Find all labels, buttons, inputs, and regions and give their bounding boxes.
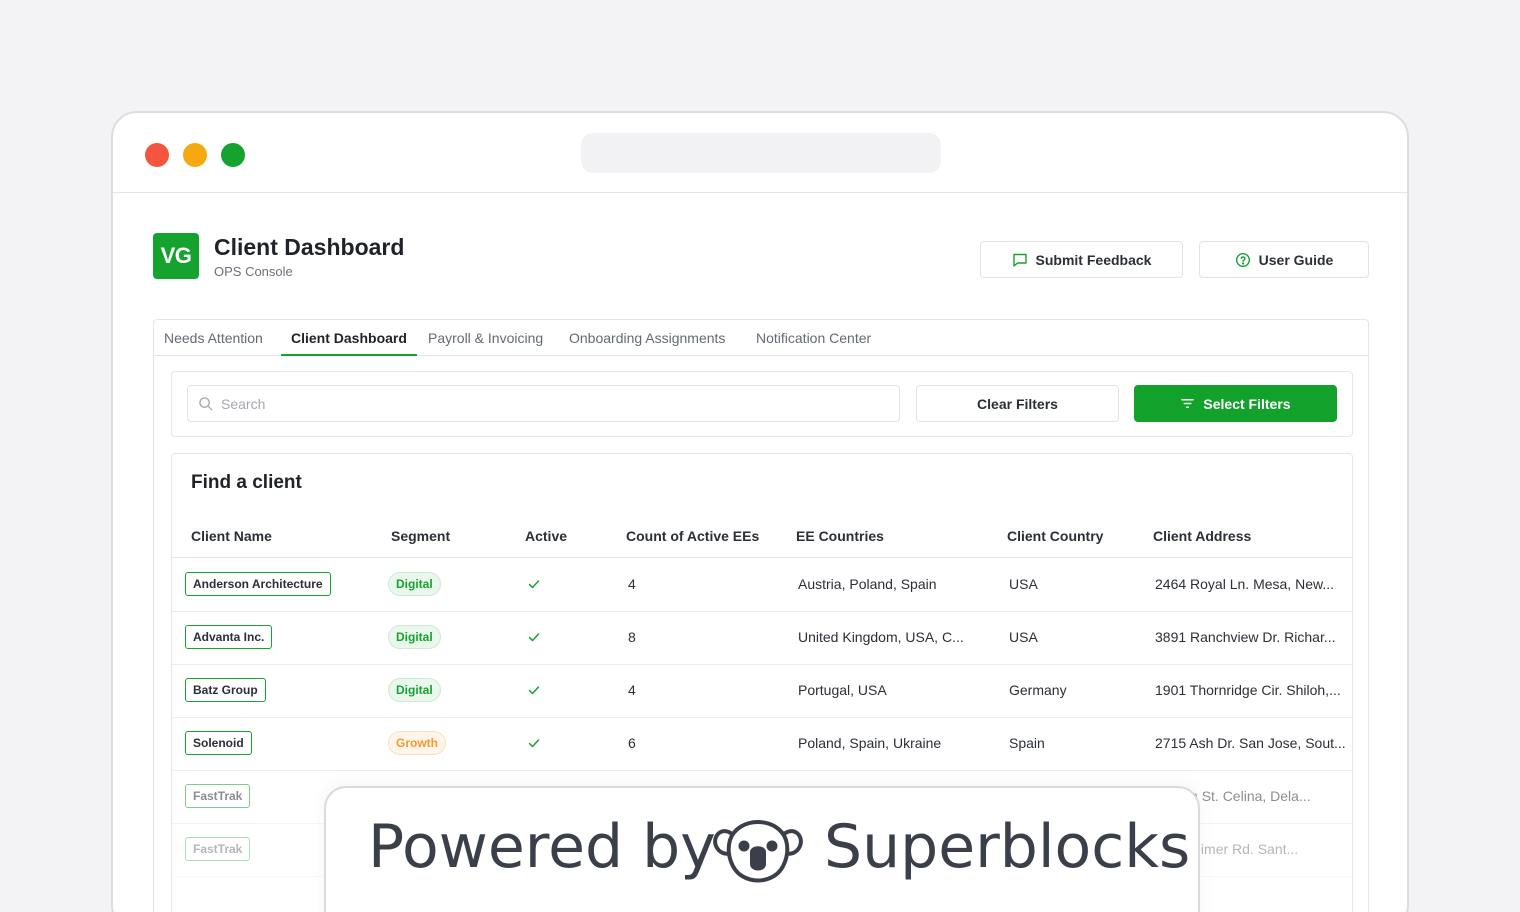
client-name-tag[interactable]: FastTrak	[185, 784, 251, 808]
table-row[interactable]: Anderson Architecture Digital 4 Austria,…	[172, 559, 1352, 612]
filter-icon	[1181, 399, 1195, 408]
client-name-tag[interactable]: Anderson Architecture	[185, 572, 331, 596]
tab-client-dashboard[interactable]: Client Dashboard	[281, 320, 417, 356]
column-header-segment[interactable]: Segment	[391, 528, 450, 544]
message-square-icon	[1012, 253, 1027, 267]
clear-filters-button[interactable]: Clear Filters	[916, 385, 1119, 422]
page-title: Client Dashboard	[214, 234, 405, 260]
column-header-active[interactable]: Active	[525, 528, 567, 544]
tab-needs-attention[interactable]: Needs Attention	[154, 320, 273, 356]
user-guide-label: User Guide	[1258, 251, 1334, 268]
filter-bar: Search Clear Filters Select Filters	[171, 371, 1353, 437]
table-title: Find a client	[191, 472, 302, 493]
column-header-client-address[interactable]: Client Address	[1153, 528, 1251, 544]
ee-countries: Poland, Spain, Ukraine	[798, 735, 942, 751]
client-address: 3891 Ranchview Dr. Richar...	[1155, 629, 1336, 645]
select-filters-label: Select Filters	[1203, 395, 1291, 412]
tab-notification-center[interactable]: Notification Center	[746, 320, 881, 356]
client-country: USA	[1009, 629, 1038, 645]
search-placeholder: Search	[221, 395, 266, 412]
active-ee-count: 4	[628, 576, 636, 592]
search-icon	[199, 397, 213, 411]
ee-countries: United Kingdom, USA, C...	[798, 629, 964, 645]
close-window-button[interactable]	[145, 143, 169, 167]
active-ee-count: 6	[628, 735, 636, 751]
tab-bar: Needs Attention Client Dashboard Payroll…	[154, 320, 1368, 356]
ee-countries: Portugal, USA	[798, 682, 887, 698]
maximize-window-button[interactable]	[221, 143, 245, 167]
table-header: Client Name Segment Active Count of Acti…	[172, 520, 1352, 558]
superblocks-brand-text: Superblocks	[824, 812, 1191, 882]
tab-payroll-invoicing[interactable]: Payroll & Invoicing	[418, 320, 553, 356]
segment-badge: Digital	[388, 678, 441, 702]
page-subtitle: OPS Console	[214, 264, 293, 279]
search-input[interactable]: Search	[187, 385, 900, 422]
segment-badge: Growth	[388, 731, 446, 755]
column-header-count[interactable]: Count of Active EEs	[626, 528, 759, 544]
table-row[interactable]: Advanta Inc. Digital 8 United Kingdom, U…	[172, 612, 1352, 665]
table-row[interactable]: Solenoid Growth 6 Poland, Spain, Ukraine…	[172, 718, 1352, 771]
client-name-tag[interactable]: Batz Group	[185, 678, 266, 702]
active-ee-count: 4	[628, 682, 636, 698]
submit-feedback-label: Submit Feedback	[1035, 251, 1152, 268]
client-country: Germany	[1009, 682, 1067, 698]
client-address: 1901 Thornridge Cir. Shiloh,...	[1155, 682, 1341, 698]
client-country: USA	[1009, 576, 1038, 592]
check-icon	[528, 580, 540, 589]
koala-logo-icon	[713, 820, 803, 883]
powered-by-text: Powered by	[368, 812, 716, 882]
user-guide-button[interactable]: User Guide	[1199, 241, 1369, 278]
active-ee-count: 8	[628, 629, 636, 645]
client-address: 2464 Royal Ln. Mesa, New...	[1155, 576, 1334, 592]
help-circle-icon	[1235, 252, 1250, 267]
column-header-client-name[interactable]: Client Name	[191, 528, 272, 544]
table-row[interactable]: Batz Group Digital 4 Portugal, USA Germa…	[172, 665, 1352, 718]
powered-by-banner: Powered by Superblocks	[324, 786, 1200, 912]
select-filters-button[interactable]: Select Filters	[1134, 385, 1337, 422]
check-icon	[528, 739, 540, 748]
column-header-ee-countries[interactable]: EE Countries	[796, 528, 884, 544]
segment-badge: Digital	[388, 572, 441, 596]
app-logo: VG	[153, 233, 199, 279]
client-address: 2715 Ash Dr. San Jose, Sout...	[1155, 735, 1346, 751]
client-country: Spain	[1009, 735, 1045, 751]
address-bar[interactable]	[581, 133, 941, 173]
window-titlebar	[113, 113, 1407, 193]
ee-countries: Austria, Poland, Spain	[798, 576, 937, 592]
client-name-tag[interactable]: FastTrak	[185, 837, 251, 861]
check-icon	[528, 686, 540, 695]
segment-badge: Digital	[388, 625, 441, 649]
minimize-window-button[interactable]	[183, 143, 207, 167]
client-name-tag[interactable]: Advanta Inc.	[185, 625, 273, 649]
tab-onboarding-assignments[interactable]: Onboarding Assignments	[559, 320, 735, 356]
column-header-client-country[interactable]: Client Country	[1007, 528, 1103, 544]
submit-feedback-button[interactable]: Submit Feedback	[980, 241, 1183, 278]
client-name-tag[interactable]: Solenoid	[185, 731, 252, 755]
check-icon	[528, 633, 540, 642]
